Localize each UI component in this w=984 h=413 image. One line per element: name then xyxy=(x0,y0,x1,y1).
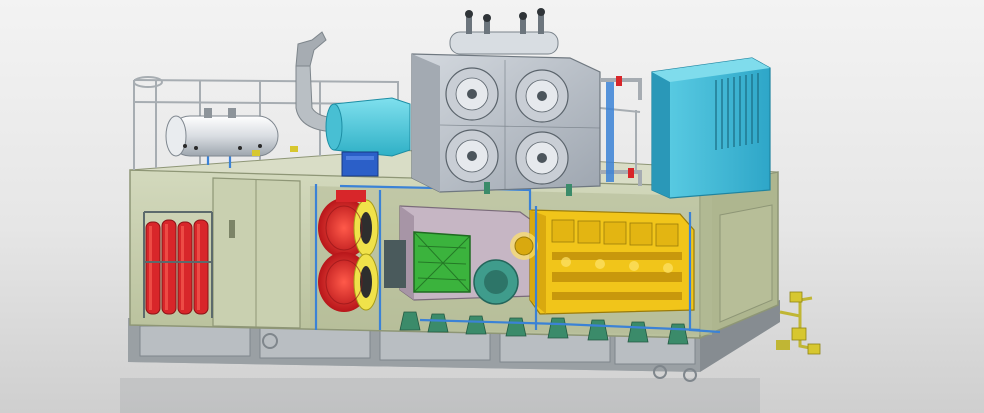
alternator xyxy=(384,205,535,305)
charge-air-cooler xyxy=(651,57,771,199)
external-valve-train xyxy=(776,291,821,355)
diesel-engine xyxy=(510,209,695,315)
floor-reflection xyxy=(120,378,760,413)
pressure-tank xyxy=(165,108,279,157)
scene xyxy=(0,0,984,413)
radiator-bank xyxy=(411,8,601,193)
power-module-render xyxy=(120,8,821,413)
fire-suppression-cylinders xyxy=(143,211,213,318)
